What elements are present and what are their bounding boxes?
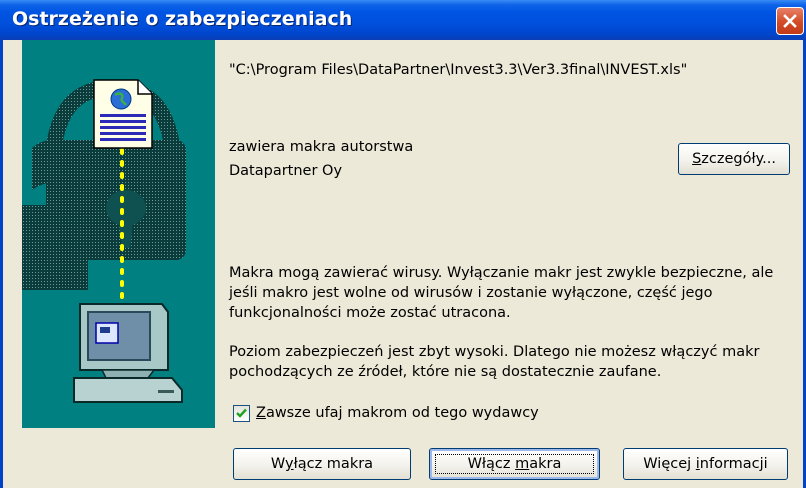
file-path: "C:\Program Files\DataPartner\Invest3.3\… <box>229 62 688 78</box>
more-info-label: Więcej informacji <box>643 456 768 472</box>
security-illustration <box>22 40 215 428</box>
details-button[interactable]: Szczegóły... <box>678 143 790 175</box>
trust-publisher-label[interactable]: Zawsze ufaj makrom od tego wydawcy <box>256 405 539 421</box>
computer-icon <box>73 303 183 403</box>
macro-warning-text: Makra mogą zawierać wirusy. Wyłączanie m… <box>229 265 774 321</box>
security-warning-dialog: Ostrzeżenie o zabezpieczeniach "C:\Progr… <box>0 0 806 488</box>
security-level-text: Poziom zabezpieczeń jest zbyt wysoki. Dl… <box>229 344 760 380</box>
security-illustration-graphic <box>22 79 186 403</box>
window-title: Ostrzeżenie o zabezpieczeniach <box>12 8 353 30</box>
window-frame-left <box>0 40 3 488</box>
enable-macros-button[interactable]: Włącz makra <box>429 448 600 480</box>
details-button-label: Szczegóły... <box>692 151 776 167</box>
focus-ring <box>435 454 594 474</box>
title-bar[interactable]: Ostrzeżenie o zabezpieczeniach <box>0 0 806 40</box>
disable-macros-button[interactable]: Wyłącz makra <box>233 448 411 480</box>
check-icon <box>236 408 247 418</box>
document-icon <box>93 79 153 149</box>
close-icon <box>783 14 797 28</box>
macro-author-label: zawiera makra autorstwa <box>229 139 414 155</box>
trust-publisher-checkbox[interactable] <box>233 405 250 422</box>
macro-author-name: Datapartner Oy <box>229 163 343 179</box>
disable-macros-label: Wyłącz makra <box>270 456 374 472</box>
close-button[interactable] <box>776 7 804 35</box>
more-info-button[interactable]: Więcej informacji <box>623 448 788 480</box>
